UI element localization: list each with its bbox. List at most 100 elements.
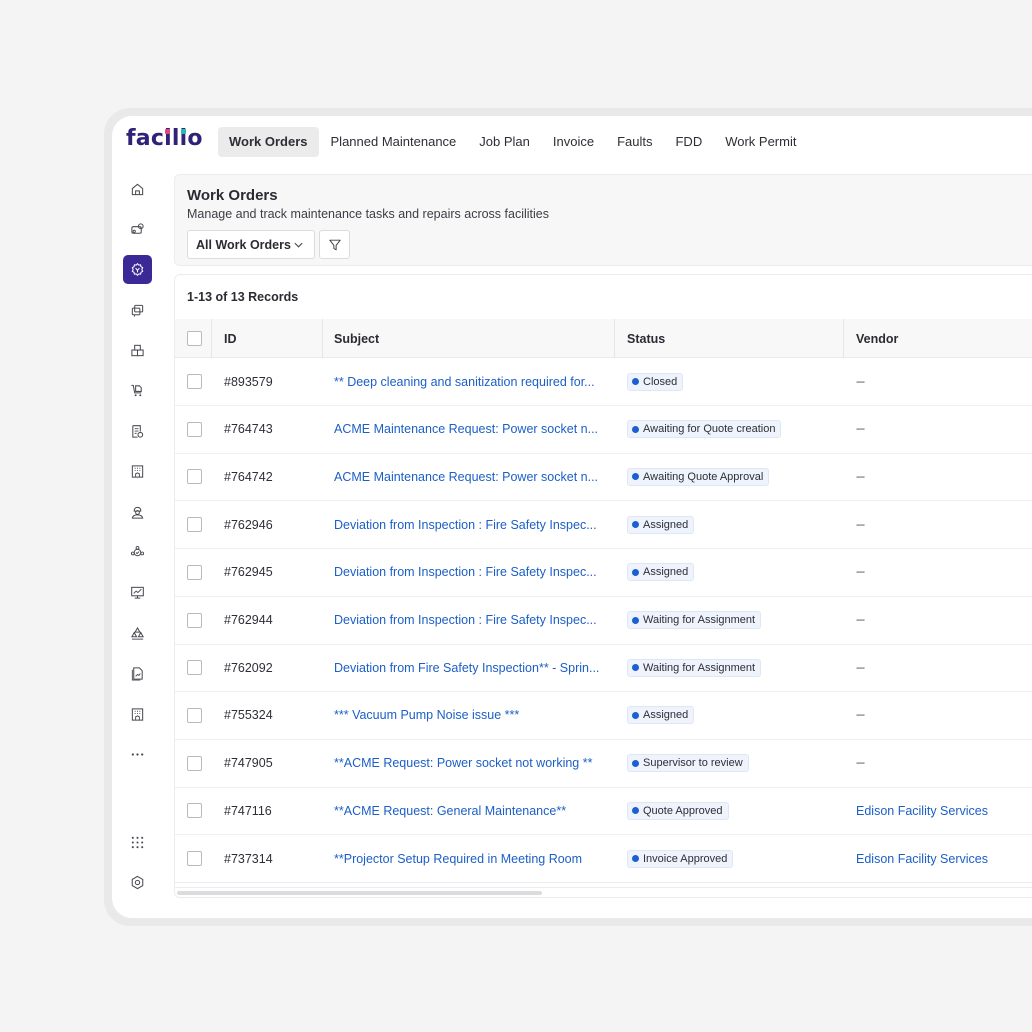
subject-cell: Deviation from Inspection : Fire Safety … bbox=[334, 501, 597, 548]
filter-button[interactable] bbox=[319, 230, 350, 259]
row-checkbox[interactable] bbox=[187, 755, 202, 771]
sidebar-item-home[interactable] bbox=[123, 175, 152, 204]
status-badge: Waiting for Assignment bbox=[627, 611, 762, 629]
tab-work-orders[interactable]: Work Orders bbox=[218, 127, 319, 157]
column-header-vendor[interactable]: Vendor bbox=[856, 319, 898, 358]
column-header-subject[interactable]: Subject bbox=[334, 319, 379, 358]
work-order-subject-link[interactable]: Deviation from Inspection : Fire Safety … bbox=[334, 613, 597, 627]
column-divider bbox=[843, 319, 844, 358]
work-order-subject-link[interactable]: *** Vacuum Pump Noise issue *** bbox=[334, 708, 519, 722]
work-order-subject-link[interactable]: Deviation from Fire Safety Inspection** … bbox=[334, 661, 599, 675]
table-row[interactable]: #764743 ACME Maintenance Request: Power s… bbox=[175, 406, 1032, 454]
page-header: Work Orders Manage and track maintenance… bbox=[174, 174, 1032, 266]
work-order-subject-link[interactable]: **Projector Setup Required in Meeting Ro… bbox=[334, 852, 582, 866]
row-checkbox[interactable] bbox=[187, 612, 202, 628]
tab-work-permit[interactable]: Work Permit bbox=[714, 127, 807, 157]
home-icon bbox=[131, 183, 144, 196]
sidebar-item-settings-gear[interactable] bbox=[123, 868, 152, 897]
people-worker-icon bbox=[131, 506, 144, 519]
tab-planned-maintenance[interactable]: Planned Maintenance bbox=[320, 127, 468, 157]
vendor-link[interactable]: Edison Facility Services bbox=[856, 804, 988, 818]
sidebar-item-building[interactable] bbox=[123, 457, 152, 486]
table-row[interactable]: #755324 *** Vacuum Pump Noise issue *** As… bbox=[175, 692, 1032, 740]
work-order-subject-link[interactable]: Deviation from Inspection : Fire Safety … bbox=[334, 565, 597, 579]
row-select-cell bbox=[187, 453, 202, 500]
vehicle-settings-icon bbox=[131, 223, 144, 234]
tenants-group-icon bbox=[130, 626, 145, 640]
table-row[interactable]: #747116 **ACME Request: General Maintenan… bbox=[175, 787, 1032, 836]
row-checkbox[interactable] bbox=[187, 421, 202, 437]
work-order-subject-link[interactable]: **ACME Request: General Maintenance** bbox=[334, 804, 566, 818]
sidebar-item-analytics-monitor[interactable] bbox=[123, 578, 152, 607]
sidebar-item-maintenance-gear[interactable] bbox=[123, 255, 152, 284]
horizontal-scrollbar[interactable] bbox=[175, 887, 1032, 897]
tab-job-plan[interactable]: Job Plan bbox=[468, 127, 541, 157]
status-dot-icon bbox=[632, 378, 639, 385]
sidebar-item-service-requests[interactable] bbox=[123, 296, 152, 325]
vendor-cell: --- bbox=[856, 453, 865, 500]
row-checkbox[interactable] bbox=[187, 851, 202, 866]
tab-fdd[interactable]: FDD bbox=[664, 127, 713, 157]
sidebar-item-more-horizontal[interactable] bbox=[123, 740, 152, 769]
status-cell: Closed bbox=[627, 358, 684, 405]
table-row[interactable]: #737314 **Projector Setup Required in Mee… bbox=[175, 835, 1032, 883]
column-header-status[interactable]: Status bbox=[627, 319, 665, 358]
vendor-empty: --- bbox=[856, 423, 865, 436]
sidebar-item-contracts-document[interactable] bbox=[123, 417, 152, 446]
row-checkbox[interactable] bbox=[187, 660, 202, 676]
tab-faults[interactable]: Faults bbox=[606, 127, 663, 157]
table-row[interactable]: #762946 Deviation from Inspection : Fire … bbox=[175, 501, 1032, 550]
status-cell: Assigned bbox=[627, 692, 695, 739]
sidebar-item-workplace[interactable] bbox=[123, 538, 152, 567]
view-selector-dropdown[interactable]: All Work Orders bbox=[187, 230, 315, 259]
vendor-cell: Edison Facility Services bbox=[856, 787, 988, 834]
row-checkbox[interactable] bbox=[187, 469, 202, 485]
table-row[interactable]: #762944 Deviation from Inspection : Fire … bbox=[175, 597, 1032, 645]
column-divider bbox=[322, 319, 323, 358]
row-checkbox[interactable] bbox=[187, 374, 202, 389]
vendor-cell: --- bbox=[856, 358, 865, 405]
table-row[interactable]: #762945 Deviation from Inspection : Fire … bbox=[175, 549, 1032, 597]
work-order-subject-link[interactable]: ** Deep cleaning and sanitization requir… bbox=[334, 375, 595, 389]
row-select-cell bbox=[187, 644, 202, 691]
table-row[interactable]: #764742 ACME Maintenance Request: Power s… bbox=[175, 453, 1032, 502]
sidebar-item-inventory-boxes[interactable] bbox=[123, 336, 152, 365]
subject-cell: **ACME Request: Power socket not working… bbox=[334, 740, 592, 787]
sidebar-item-vehicle-settings[interactable] bbox=[123, 215, 152, 244]
sidebar-item-site-building[interactable] bbox=[123, 700, 152, 729]
sidebar bbox=[112, 168, 164, 918]
table-row[interactable]: #893579 ** Deep cleaning and sanitization… bbox=[175, 358, 1032, 406]
work-order-subject-link[interactable]: ACME Maintenance Request: Power socket n… bbox=[334, 422, 598, 436]
sidebar-item-apps-grid[interactable] bbox=[123, 828, 152, 857]
sidebar-item-procurement-cart[interactable] bbox=[123, 376, 152, 405]
scrollbar-thumb[interactable] bbox=[177, 891, 542, 895]
column-header-id[interactable]: ID bbox=[224, 319, 237, 358]
status-dot-icon bbox=[632, 616, 639, 624]
sidebar-item-tenants-group[interactable] bbox=[123, 619, 152, 648]
row-checkbox[interactable] bbox=[187, 564, 202, 580]
work-order-subject-link[interactable]: Deviation from Inspection : Fire Safety … bbox=[334, 518, 597, 532]
row-select-cell bbox=[187, 692, 202, 739]
row-checkbox[interactable] bbox=[187, 707, 202, 723]
row-checkbox[interactable] bbox=[187, 803, 202, 819]
facilio-logo[interactable]: faci li o bbox=[126, 126, 203, 151]
records-count: 1-13 of 13 Records bbox=[187, 290, 299, 304]
status-badge: Waiting for Assignment bbox=[627, 658, 762, 677]
status-badge: Awaiting for Quote creation bbox=[627, 420, 782, 439]
row-checkbox[interactable] bbox=[187, 517, 202, 533]
work-order-subject-link[interactable]: ACME Maintenance Request: Power socket n… bbox=[334, 470, 598, 484]
vendor-link[interactable]: Edison Facility Services bbox=[856, 852, 988, 866]
select-all-checkbox[interactable] bbox=[187, 331, 202, 346]
sidebar-item-reports-file[interactable] bbox=[123, 659, 152, 688]
vendor-cell: --- bbox=[856, 549, 865, 596]
vendor-cell: --- bbox=[856, 692, 865, 739]
status-label: Supervisor to review bbox=[643, 757, 743, 770]
subject-cell: **Projector Setup Required in Meeting Ro… bbox=[334, 835, 582, 882]
table-row[interactable]: #762092 Deviation from Fire Safety Inspec… bbox=[175, 644, 1032, 693]
table-row[interactable]: #747905 **ACME Request: Power socket not … bbox=[175, 740, 1032, 788]
subject-cell: ACME Maintenance Request: Power socket n… bbox=[334, 406, 598, 453]
tab-invoice[interactable]: Invoice bbox=[542, 127, 605, 157]
status-cell: Supervisor to review bbox=[627, 740, 749, 787]
work-order-subject-link[interactable]: **ACME Request: Power socket not working… bbox=[334, 756, 592, 770]
sidebar-item-people-worker[interactable] bbox=[123, 498, 152, 527]
